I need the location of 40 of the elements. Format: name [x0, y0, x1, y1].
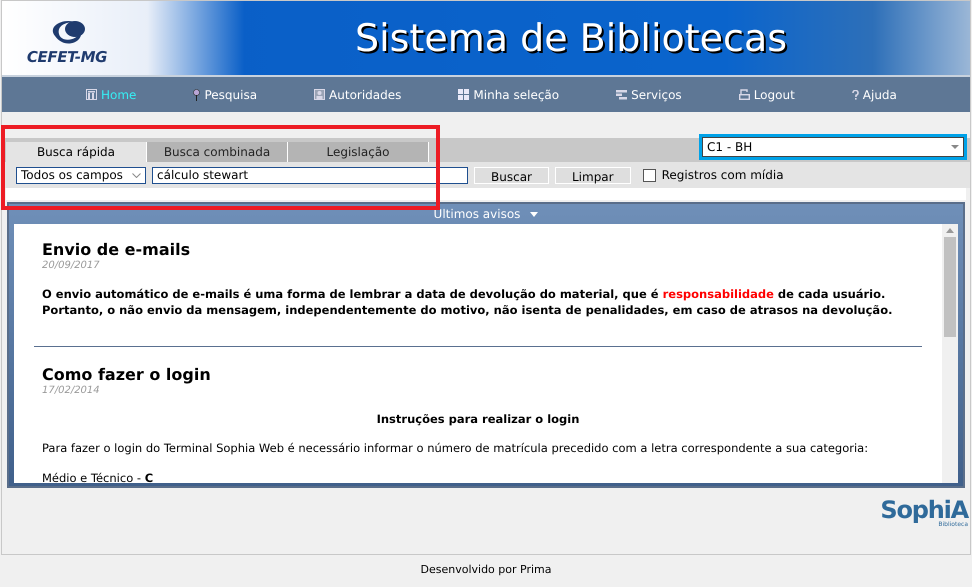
nav-link[interactable]: Pesquisa: [193, 86, 258, 104]
nav-link[interactable]: Autoridades: [314, 86, 402, 104]
search-button[interactable]: Limpar: [554, 166, 631, 184]
nav-link[interactable]: Minha seleção: [458, 86, 560, 104]
site-title: Sistema de Bibliotecas: [354, 19, 788, 57]
pin-icon: [193, 88, 200, 100]
search-button[interactable]: Buscar: [474, 166, 549, 184]
notice-paragraph: Para fazer o login do Terminal Sophia Web é necessário informar o número de matrícula precedido com a letra correspondente a sua categoria:: [42, 440, 870, 458]
library-select[interactable]: C1 - BH: [702, 137, 964, 157]
checkbox-label: Registros com mídia: [662, 167, 784, 184]
brand-logo-text: SophiA: [880, 498, 968, 522]
help-icon: [852, 90, 859, 100]
notice-date: 17/02/2014: [42, 385, 101, 397]
logout-icon: [738, 89, 750, 100]
grid-icon: [458, 89, 470, 100]
notice-paragraph: O envio automático de e-mails é uma forma de lembrar a data de devolução do material, que é responsabilidade de cada usuário. Portanto, o não envio da mensagem, independentemente do motivo, não isenta de penalidades, em caso de atrasos na devolução.: [42, 286, 894, 318]
notice-title: Como fazer o login: [42, 365, 212, 385]
search-input[interactable]: cálculo stewart: [152, 166, 468, 184]
scrollbar-thumb[interactable]: [944, 237, 956, 337]
services-icon: [616, 90, 628, 100]
field-select[interactable]: Todos os campos: [16, 166, 146, 184]
notice-heading: Instruções para realizar o login: [376, 411, 580, 428]
nav-link[interactable]: Logout: [738, 86, 795, 104]
dropdown-arrow-icon: [951, 145, 959, 149]
media-checkbox[interactable]: [642, 168, 656, 182]
person-icon: [314, 89, 326, 100]
search-tab[interactable]: Busca combinada: [147, 142, 288, 162]
footer-text: Desenvolvido por Prima: [420, 562, 552, 578]
search-tab[interactable]: Busca rápida: [6, 142, 147, 162]
caret-icon: [530, 212, 538, 216]
chevron-down-icon: [132, 172, 141, 178]
notice-title: Envio de e-mails: [42, 240, 192, 260]
nav-link[interactable]: Ajuda: [852, 86, 897, 104]
notice-paragraph: Médio e Técnico - C: [42, 470, 154, 483]
search-tab[interactable]: Legislação: [288, 142, 429, 162]
home-icon: [86, 89, 97, 100]
logo-text: CEFET-MG: [26, 50, 108, 64]
scroll-up-icon[interactable]: [946, 228, 954, 233]
nav-link[interactable]: Serviços: [616, 86, 682, 104]
notice-date: 20/09/2017: [42, 260, 101, 272]
